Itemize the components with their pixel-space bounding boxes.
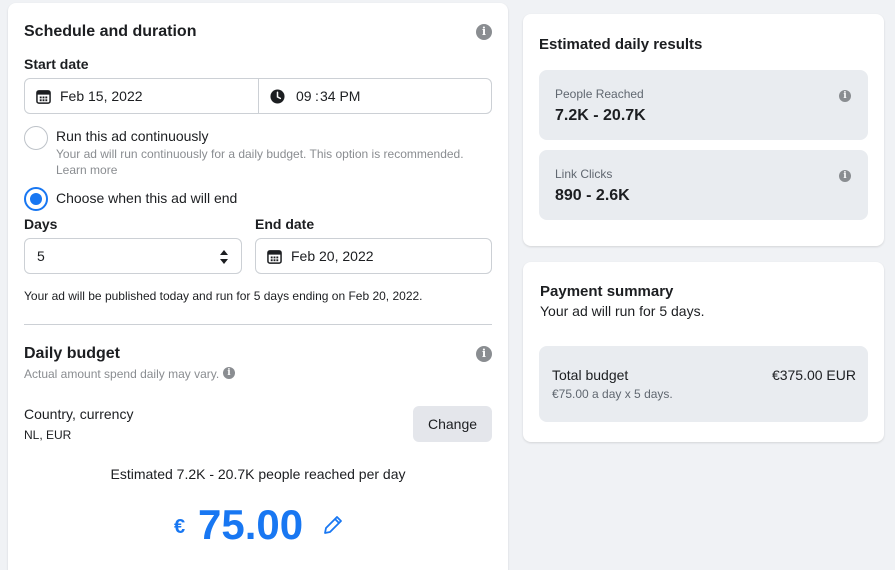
- link-clicks-label: Link Clicks: [555, 167, 613, 181]
- total-budget-detail: €75.00 a day x 5 days.: [552, 387, 673, 401]
- budget-amount[interactable]: 75.00: [198, 501, 303, 549]
- country-currency-value: NL, EUR: [24, 428, 72, 442]
- calendar-icon: [36, 90, 51, 104]
- choose-end-radio[interactable]: [24, 187, 48, 211]
- country-currency-label: Country, currency: [24, 406, 134, 422]
- end-date-label: End date: [255, 216, 315, 232]
- clicks-info-icon[interactable]: i: [839, 170, 851, 182]
- start-date-value: Feb 15, 2022: [60, 88, 143, 104]
- currency-symbol: €: [174, 516, 186, 538]
- stepper-arrows-icon[interactable]: [218, 247, 230, 267]
- estimated-results-card: Estimated daily results People Reached 7…: [523, 14, 884, 246]
- start-time-sep: :: [315, 88, 319, 104]
- people-reached-box: People Reached 7.2K - 20.7K i: [539, 70, 868, 140]
- estimated-reach-text: Estimated 7.2K - 20.7K people reached pe…: [110, 466, 406, 482]
- payment-summary-subtitle: Your ad will run for 5 days.: [540, 303, 705, 319]
- learn-more-link[interactable]: Learn more: [56, 163, 117, 178]
- start-time-min: 34 PM: [320, 88, 361, 104]
- people-info-icon[interactable]: i: [839, 90, 851, 102]
- run-continuously-radio[interactable]: [24, 126, 48, 150]
- start-time-field[interactable]: 09 : 34 PM: [258, 78, 492, 114]
- link-clicks-box: Link Clicks 890 - 2.6K i: [539, 150, 868, 220]
- edit-pencil-icon[interactable]: [322, 514, 344, 536]
- days-stepper[interactable]: 5: [24, 238, 242, 274]
- daily-budget-subtitle: Actual amount spend daily may vary.: [24, 367, 220, 381]
- budget-subtitle-info-icon[interactable]: i: [223, 367, 235, 379]
- days-value: 5: [37, 248, 45, 264]
- estimated-results-title: Estimated daily results: [539, 36, 703, 53]
- run-continuously-label[interactable]: Run this ad continuously: [56, 128, 209, 144]
- clock-icon: [270, 89, 285, 104]
- run-continuously-desc: Your ad will run continuously for a dail…: [56, 147, 464, 161]
- section-divider: [24, 324, 492, 325]
- budget-info-icon[interactable]: i: [476, 346, 492, 362]
- publish-note: Your ad will be published today and run …: [24, 289, 423, 303]
- start-time-hour: 09: [296, 88, 312, 104]
- schedule-title: Schedule and duration: [24, 23, 197, 40]
- total-budget-box: Total budget €375.00 EUR €75.00 a day x …: [539, 346, 868, 422]
- change-button[interactable]: Change: [413, 406, 492, 442]
- people-reached-label: People Reached: [555, 87, 644, 101]
- end-date-field[interactable]: Feb 20, 2022: [255, 238, 492, 274]
- calendar-icon: [267, 250, 282, 264]
- schedule-budget-card: Schedule and duration i Start date Feb 1…: [8, 3, 508, 570]
- schedule-info-icon[interactable]: i: [476, 24, 492, 40]
- people-reached-value: 7.2K - 20.7K: [555, 107, 646, 124]
- total-budget-label: Total budget: [552, 367, 629, 383]
- payment-summary-title: Payment summary: [540, 283, 674, 300]
- end-date-value: Feb 20, 2022: [291, 248, 374, 264]
- start-date-field[interactable]: Feb 15, 2022: [24, 78, 259, 114]
- link-clicks-value: 890 - 2.6K: [555, 187, 630, 204]
- start-date-label: Start date: [24, 56, 89, 72]
- daily-budget-title: Daily budget: [24, 345, 121, 362]
- days-label: Days: [24, 216, 58, 232]
- choose-end-label[interactable]: Choose when this ad will end: [56, 190, 237, 206]
- payment-summary-card: Payment summary Your ad will run for 5 d…: [523, 262, 884, 442]
- total-budget-value: €375.00 EUR: [771, 367, 856, 383]
